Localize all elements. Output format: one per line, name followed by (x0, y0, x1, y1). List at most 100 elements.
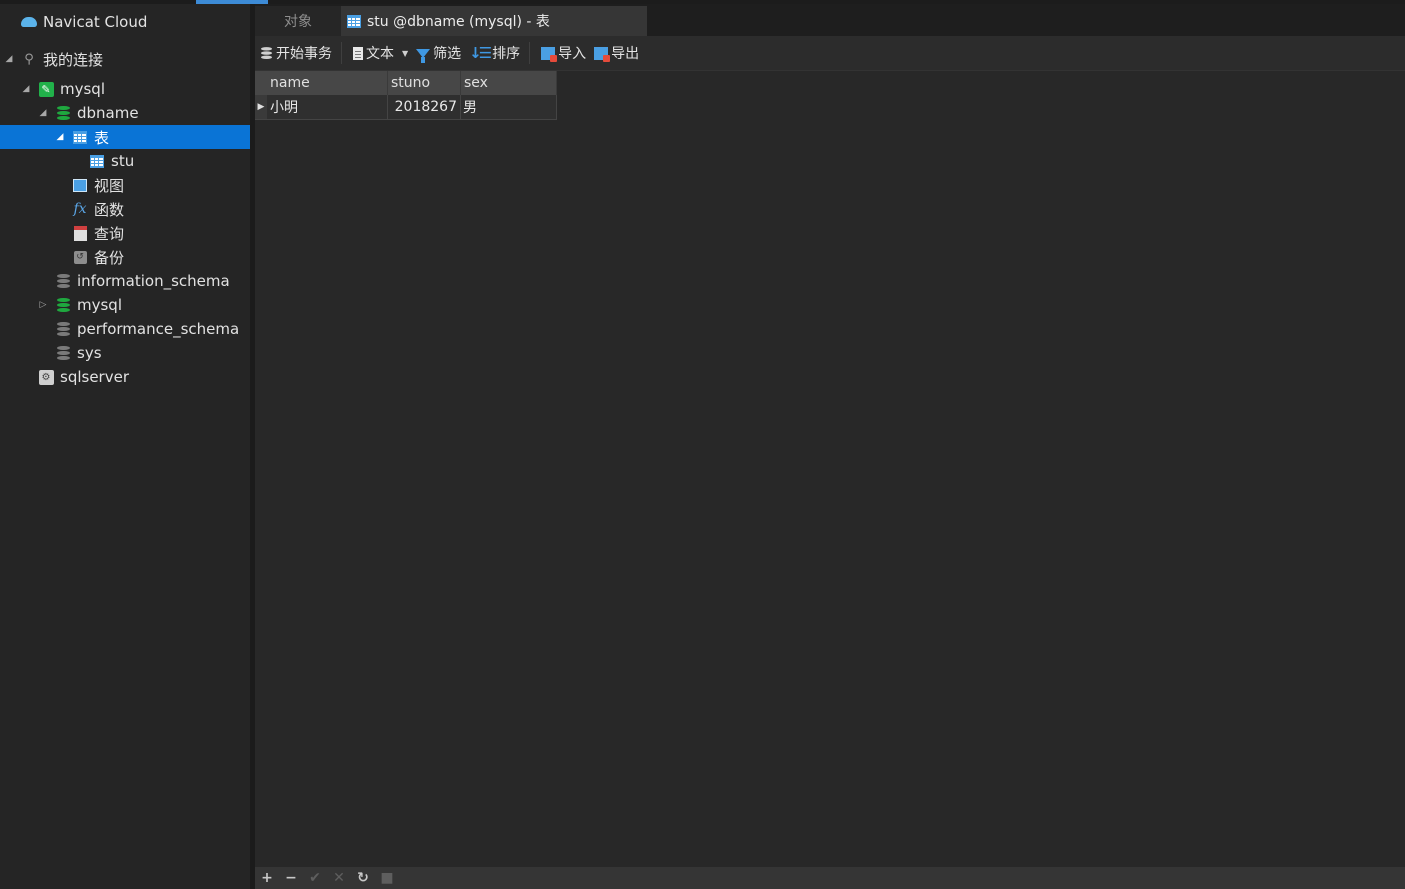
column-header-label: stuno (391, 75, 431, 91)
sidebar-splitter[interactable] (250, 4, 255, 889)
cell-value: 小明 (270, 100, 298, 116)
tree-item-label: sqlserver (60, 368, 129, 386)
tree-item-dbname[interactable]: ◢ dbname (0, 101, 250, 125)
text-view-button[interactable]: 文本 ▼ (350, 39, 411, 67)
discard-changes-button[interactable]: ✕ (327, 867, 351, 889)
table-icon (89, 153, 105, 169)
check-icon: ✔ (309, 870, 321, 886)
tree-item-sys[interactable]: sys (0, 341, 250, 365)
table-cell-stuno[interactable]: 2018267 (388, 95, 461, 120)
database-icon (55, 273, 71, 289)
tree-item-label: 查询 (94, 224, 125, 243)
refresh-button[interactable]: ↻ (351, 867, 375, 889)
table-icon (347, 14, 361, 28)
column-header-stuno[interactable]: stuno (388, 71, 461, 95)
tree-item-label: 备份 (94, 248, 125, 267)
tab-bar: 对象 stu @dbname (mysql) - 表 (255, 4, 1405, 36)
cell-value: 2018267 (394, 99, 457, 115)
sort-icon: ↓☰ (469, 44, 492, 62)
function-icon: fx (73, 201, 87, 217)
tree-item-label: sys (77, 344, 102, 362)
database-icon (55, 297, 71, 313)
tree-item-queries[interactable]: 查询 (0, 221, 250, 245)
delete-record-button[interactable]: − (279, 867, 303, 889)
transaction-icon (260, 46, 273, 61)
tree-item-label: stu (111, 152, 135, 170)
export-button[interactable]: 导出 (591, 39, 642, 67)
dropdown-caret-icon[interactable]: ▼ (402, 49, 408, 58)
button-label: 导出 (611, 46, 640, 62)
row-selector-arrow-icon[interactable]: ▶ (255, 95, 267, 120)
tab-stu-table[interactable]: stu @dbname (mysql) - 表 (341, 6, 647, 36)
tree-item-label: mysql (60, 80, 105, 98)
plus-icon: + (261, 870, 273, 886)
button-label: 导入 (558, 46, 587, 62)
tab-label: stu @dbname (mysql) - 表 (367, 14, 550, 30)
document-icon (353, 46, 363, 60)
tree-item-label: 我的连接 (43, 50, 104, 69)
toolbar-separator (529, 42, 531, 64)
tree-item-mysql-db[interactable]: ▷ mysql (0, 293, 250, 317)
table-icon (72, 129, 88, 145)
tree-item-label: 函数 (94, 200, 125, 219)
tree-item-sqlserver-connection[interactable]: ⚙ sqlserver (0, 365, 250, 389)
query-icon (72, 225, 88, 241)
tree-item-label: Navicat Cloud (43, 13, 148, 31)
database-icon (55, 321, 71, 337)
cloud-icon (21, 14, 37, 30)
tree-item-backups[interactable]: ↺ 备份 (0, 245, 250, 269)
tree-item-views[interactable]: 视图 (0, 173, 250, 197)
tab-objects[interactable]: 对象 (255, 6, 342, 36)
tree-item-information-schema[interactable]: information_schema (0, 269, 250, 293)
database-icon (55, 345, 71, 361)
button-label: 排序 (492, 46, 521, 62)
filter-button[interactable]: 筛选 (413, 39, 464, 67)
expand-arrow-icon[interactable]: ◢ (4, 54, 14, 64)
table-cell-name[interactable]: 小明 (267, 95, 388, 120)
cell-value: 男 (463, 100, 477, 116)
tree-item-label: information_schema (77, 272, 230, 290)
column-header-sex[interactable]: sex (461, 71, 557, 95)
refresh-icon: ↻ (357, 870, 369, 886)
apply-changes-button[interactable]: ✔ (303, 867, 327, 889)
tree-item-label: 表 (94, 128, 110, 147)
connection-tree-sidebar: Navicat Cloud ◢ ⚲ 我的连接 ◢ ✎ mysql ◢ dbnam… (0, 4, 250, 889)
tree-item-functions[interactable]: fx 函数 (0, 197, 250, 221)
tree-item-navicat-cloud[interactable]: Navicat Cloud (0, 10, 250, 34)
sort-button[interactable]: ↓☰ 排序 (466, 39, 523, 67)
tree-item-label: performance_schema (77, 320, 240, 338)
collapse-arrow-icon[interactable]: ▷ (38, 300, 48, 310)
tree-item-label: dbname (77, 104, 139, 122)
tree-item-my-connections[interactable]: ◢ ⚲ 我的连接 (0, 47, 250, 71)
column-header-name[interactable]: name (267, 71, 388, 95)
view-icon (72, 177, 88, 193)
tree-item-tables[interactable]: ◢ 表 (0, 125, 250, 149)
tree-item-performance-schema[interactable]: performance_schema (0, 317, 250, 341)
tree-item-mysql-connection[interactable]: ◢ ✎ mysql (0, 77, 250, 101)
table-toolbar: 开始事务 文本 ▼ 筛选 ↓☰ 排序 导入 导出 (255, 36, 1405, 71)
add-record-button[interactable]: + (255, 867, 279, 889)
tree-item-label: 视图 (94, 176, 125, 195)
export-icon (594, 46, 611, 62)
button-label: 开始事务 (276, 46, 332, 62)
column-header-label: name (270, 75, 310, 91)
expand-arrow-icon[interactable]: ◢ (55, 132, 65, 142)
database-icon (55, 105, 71, 121)
expand-arrow-icon[interactable]: ◢ (38, 108, 48, 118)
mysql-connection-icon: ✎ (38, 81, 54, 97)
import-button[interactable]: 导入 (538, 39, 589, 67)
close-icon: ✕ (333, 870, 345, 886)
backup-icon: ↺ (72, 249, 88, 265)
minus-icon: − (285, 870, 297, 886)
expand-arrow-icon[interactable]: ◢ (21, 84, 31, 94)
stop-button[interactable]: ■ (375, 867, 399, 889)
import-icon (541, 46, 558, 62)
tree-item-table-stu[interactable]: stu (0, 149, 250, 173)
table-cell-sex[interactable]: 男 (461, 95, 557, 120)
plug-icon: ⚲ (24, 51, 34, 67)
begin-transaction-button[interactable]: 开始事务 (257, 39, 335, 67)
filter-icon (416, 48, 431, 63)
sqlserver-connection-icon: ⚙ (38, 369, 54, 385)
toolbar-separator (341, 42, 342, 64)
record-navigation-bar: + − ✔ ✕ ↻ ■ (255, 867, 1405, 889)
